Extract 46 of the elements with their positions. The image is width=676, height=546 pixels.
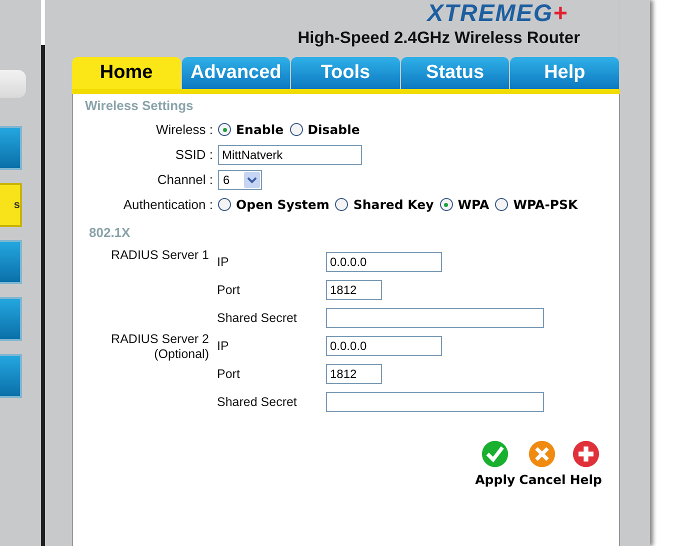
- field-label: IP: [217, 255, 230, 269]
- radio-button[interactable]: [495, 198, 508, 211]
- shared-secret-field[interactable]: [326, 392, 544, 412]
- plus-icon: [572, 440, 600, 468]
- router-picture: [0, 70, 26, 98]
- radio-button[interactable]: [440, 198, 453, 211]
- field-label: Port: [217, 283, 241, 297]
- radio-button[interactable]: [335, 198, 348, 211]
- logo: XTREMEG+: [427, 0, 568, 27]
- section-title: Wireless Settings: [85, 98, 194, 113]
- radio-label: Shared Key: [353, 197, 434, 212]
- radio-label: Open System: [236, 197, 330, 212]
- port-field[interactable]: 1812: [326, 280, 382, 300]
- radio-button[interactable]: [218, 198, 231, 211]
- x-icon: [528, 440, 556, 468]
- field-label: IP: [217, 339, 230, 353]
- ip-field[interactable]: 0.0.0.0: [326, 336, 442, 356]
- radio-button[interactable]: [290, 123, 303, 136]
- radio-label: Disable: [308, 122, 360, 137]
- radio-label: Enable: [236, 122, 284, 137]
- server-label: RADIUS Server 1: [111, 248, 209, 263]
- channel-dropdown[interactable]: 6: [218, 170, 262, 190]
- radio-label: WPA-PSK: [513, 197, 578, 212]
- radio-label: WPA: [458, 197, 490, 212]
- field-label: Shared Secret: [217, 311, 298, 325]
- field-label: Channel :: [156, 172, 214, 187]
- server-label: RADIUS Server 2: [111, 332, 209, 347]
- apply-button[interactable]: Apply: [475, 440, 516, 487]
- field-label: Authentication :: [122, 197, 214, 212]
- field-label: Port: [217, 367, 241, 381]
- checkmark-icon: [481, 440, 510, 468]
- cancel-button[interactable]: Cancel: [519, 440, 566, 487]
- field-label: Wireless :: [154, 122, 214, 137]
- ssid-field[interactable]: MittNatverk: [218, 144, 362, 164]
- product-subtitle: High-Speed 2.4GHz Wireless Router: [298, 28, 580, 49]
- nav-tab[interactable]: Home: [72, 57, 181, 89]
- section-title: 802.1X: [89, 225, 132, 240]
- port-field[interactable]: 1812: [326, 364, 382, 384]
- help-button[interactable]: Help: [570, 440, 602, 487]
- server-sublabel: (Optional): [154, 347, 209, 362]
- field-label: SSID :: [174, 147, 214, 162]
- ip-field[interactable]: 0.0.0.0: [326, 252, 442, 272]
- sidebar-button[interactable]: s: [0, 183, 22, 227]
- shared-secret-field[interactable]: [326, 308, 544, 328]
- radio-button[interactable]: [218, 123, 231, 136]
- field-label: Shared Secret: [217, 395, 298, 409]
